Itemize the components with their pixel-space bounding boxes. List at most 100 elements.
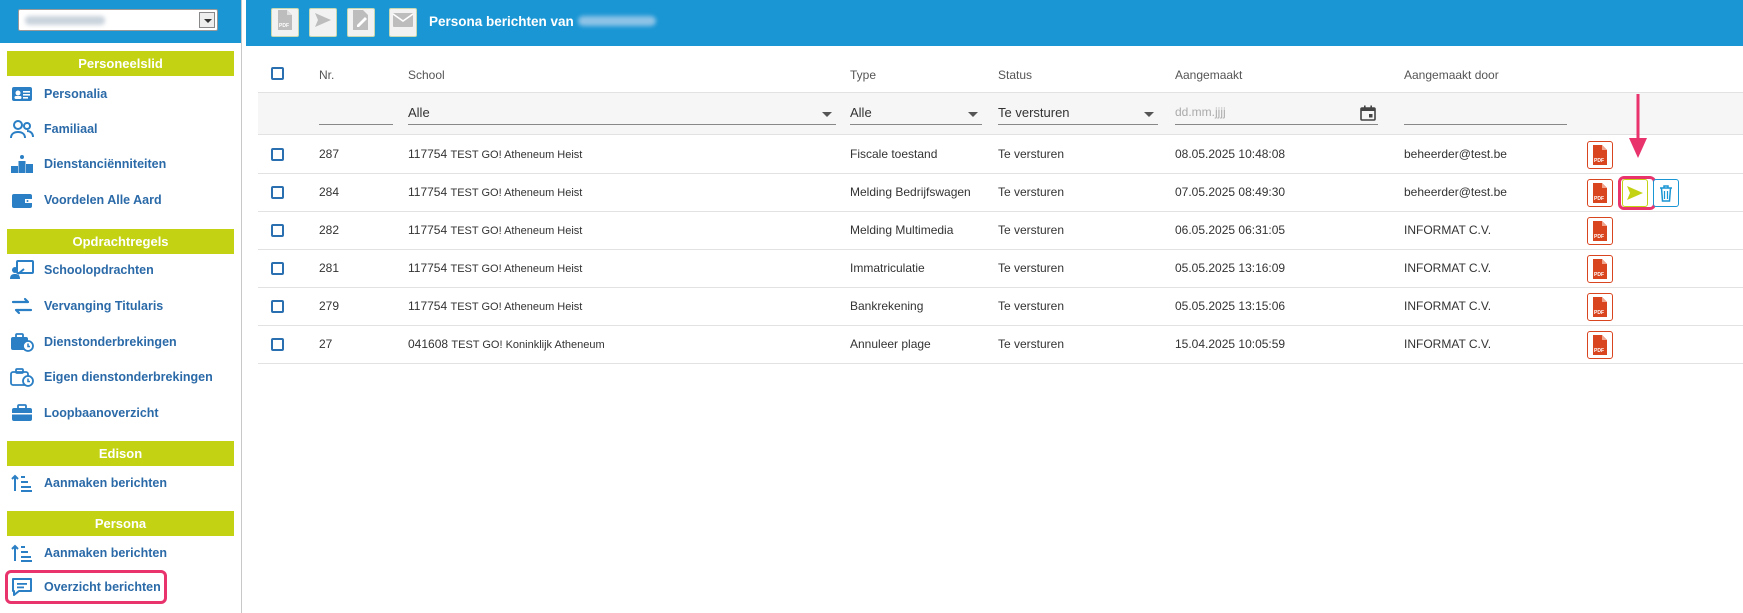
school-select-value-redacted xyxy=(25,16,105,25)
table-row[interactable]: 287 117754 TEST GO! Atheneum Heist Fisca… xyxy=(258,136,1743,174)
pdf-button[interactable]: PDF xyxy=(1587,293,1613,321)
chevron-down-icon[interactable] xyxy=(199,12,215,28)
pdf-icon: PDF xyxy=(276,9,294,36)
pdf-button[interactable]: PDF xyxy=(1587,331,1613,359)
filter-type-select[interactable]: Alle xyxy=(850,101,982,125)
page-title: Persona berichten van xyxy=(429,14,574,29)
column-header-aangemaakt[interactable]: Aangemaakt xyxy=(1175,68,1242,82)
svg-text:PDF: PDF xyxy=(1594,348,1604,354)
export-pdf-button[interactable]: PDF xyxy=(271,8,299,37)
briefcase-clock-icon xyxy=(10,366,34,388)
school-name: TEST GO! Atheneum Heist xyxy=(450,263,583,275)
school-code: 117754 xyxy=(408,147,448,161)
table-row[interactable]: 27 041608 TEST GO! Koninklijk Atheneum A… xyxy=(258,326,1743,364)
filter-status-select[interactable]: Te versturen xyxy=(998,101,1158,125)
sidebar-item-voordelen[interactable]: Voordelen Alle Aard xyxy=(10,186,162,214)
sidebar-item-vervanging-titularis[interactable]: Vervanging Titularis xyxy=(10,292,163,320)
pdf-icon: PDF xyxy=(1593,297,1607,317)
cell-type: Melding Bedrijfswagen xyxy=(850,185,971,199)
pdf-button[interactable]: PDF xyxy=(1587,141,1613,169)
send-button[interactable] xyxy=(1622,179,1648,207)
sidebar-item-loopbaanoverzicht[interactable]: Loopbaanoverzicht xyxy=(10,399,159,427)
pdf-button[interactable]: PDF xyxy=(1587,179,1613,207)
cell-nr: 287 xyxy=(319,147,340,161)
column-header-type[interactable]: Type xyxy=(850,68,876,82)
row-checkbox[interactable] xyxy=(271,262,284,275)
pdf-icon: PDF xyxy=(1593,183,1607,203)
row-checkbox[interactable] xyxy=(271,224,284,237)
cell-type: Bankrekening xyxy=(850,299,924,313)
filter-school-select[interactable]: Alle xyxy=(408,101,836,125)
section-header-edison: Edison xyxy=(7,441,234,466)
calendar-icon[interactable] xyxy=(1360,105,1376,124)
svg-text:PDF: PDF xyxy=(1594,272,1604,278)
mail-button[interactable] xyxy=(389,8,417,37)
highlight-box xyxy=(5,570,167,604)
wallet-icon xyxy=(10,189,34,211)
cell-created: 07.05.2025 08:49:30 xyxy=(1175,185,1286,199)
column-header-status[interactable]: Status xyxy=(998,68,1032,82)
pdf-button[interactable]: PDF xyxy=(1587,217,1613,245)
cell-created: 06.05.2025 06:31:05 xyxy=(1175,223,1286,237)
cell-type: Immatriculatie xyxy=(850,261,925,275)
filter-nr-input[interactable] xyxy=(319,101,393,125)
cell-nr: 282 xyxy=(319,223,340,237)
filter-date-input[interactable]: dd.mm.jjjj xyxy=(1175,101,1378,125)
delete-button[interactable] xyxy=(1653,179,1679,207)
table-header-row: Nr. School Type Status Aangemaakt Aangem… xyxy=(258,55,1743,93)
teacher-board-icon xyxy=(10,259,34,281)
school-select[interactable] xyxy=(18,9,218,31)
sidebar-item-dienstancienniteiten[interactable]: Dienstanciënniteiten xyxy=(10,150,166,178)
filter-created-by-input[interactable] xyxy=(1404,101,1567,125)
sidebar-item-dienstonderbrekingen[interactable]: Dienstonderbrekingen xyxy=(10,328,177,356)
sort-list-icon xyxy=(10,542,34,564)
table-row[interactable]: 279 117754 TEST GO! Atheneum Heist Bankr… xyxy=(258,288,1743,326)
chevron-down-icon xyxy=(822,112,832,117)
school-name: TEST GO! Atheneum Heist xyxy=(450,225,583,237)
svg-text:PDF: PDF xyxy=(279,23,289,29)
cell-school: 117754 TEST GO! Atheneum Heist xyxy=(408,185,582,199)
column-header-aangemaakt-door[interactable]: Aangemaakt door xyxy=(1404,68,1499,82)
row-checkbox[interactable] xyxy=(271,338,284,351)
edit-document-button[interactable] xyxy=(347,8,375,37)
row-checkbox[interactable] xyxy=(271,148,284,161)
app-root: Personeelslid Personalia Familiaal Diens… xyxy=(0,0,1743,613)
sidebar-item-personalia[interactable]: Personalia xyxy=(10,80,107,108)
row-checkbox[interactable] xyxy=(271,300,284,313)
cell-created: 15.04.2025 10:05:59 xyxy=(1175,337,1286,351)
podium-icon xyxy=(10,153,34,175)
annotation-arrow-icon xyxy=(1629,94,1647,158)
sidebar-item-schoolopdrachten[interactable]: Schoolopdrachten xyxy=(10,256,154,284)
cell-created-by: INFORMAT C.V. xyxy=(1404,299,1492,313)
school-code: 117754 xyxy=(408,299,448,313)
column-header-nr[interactable]: Nr. xyxy=(319,68,334,82)
section-header-persona: Persona xyxy=(7,511,234,536)
cell-created-by: beheerder@test.be xyxy=(1404,147,1507,161)
sidebar: Personeelslid Personalia Familiaal Diens… xyxy=(0,0,242,613)
sidebar-item-familiaal[interactable]: Familiaal xyxy=(10,115,98,143)
cell-nr: 284 xyxy=(319,185,340,199)
select-all-checkbox[interactable] xyxy=(271,67,284,80)
sidebar-item-edison-aanmaken-berichten[interactable]: Aanmaken berichten xyxy=(10,469,167,497)
school-name: TEST GO! Atheneum Heist xyxy=(450,149,583,161)
swap-icon xyxy=(10,295,34,317)
pdf-icon: PDF xyxy=(1593,145,1607,165)
cell-status: Te versturen xyxy=(998,185,1065,199)
table-row[interactable]: 281 117754 TEST GO! Atheneum Heist Immat… xyxy=(258,250,1743,288)
column-header-school[interactable]: School xyxy=(408,68,445,82)
sidebar-item-label: Dienstanciënniteiten xyxy=(44,157,167,171)
row-checkbox[interactable] xyxy=(271,186,284,199)
send-all-button[interactable] xyxy=(309,8,337,37)
sidebar-item-label: Vervanging Titularis xyxy=(44,299,164,313)
sidebar-item-eigen-dienstonderbrekingen[interactable]: Eigen dienstonderbrekingen xyxy=(10,363,213,391)
send-icon xyxy=(313,11,333,34)
cell-status: Te versturen xyxy=(998,261,1065,275)
table-row[interactable]: 282 117754 TEST GO! Atheneum Heist Meldi… xyxy=(258,212,1743,250)
cell-created-by: INFORMAT C.V. xyxy=(1404,261,1492,275)
sidebar-item-persona-aanmaken-berichten[interactable]: Aanmaken berichten xyxy=(10,539,167,567)
filter-row: Alle Alle Te versturen dd.mm.jjjj xyxy=(258,93,1743,135)
pdf-icon: PDF xyxy=(1593,335,1607,355)
pdf-button[interactable]: PDF xyxy=(1587,255,1613,283)
school-name: TEST GO! Atheneum Heist xyxy=(450,301,583,313)
table-row[interactable]: 284 117754 TEST GO! Atheneum Heist Meldi… xyxy=(258,174,1743,212)
